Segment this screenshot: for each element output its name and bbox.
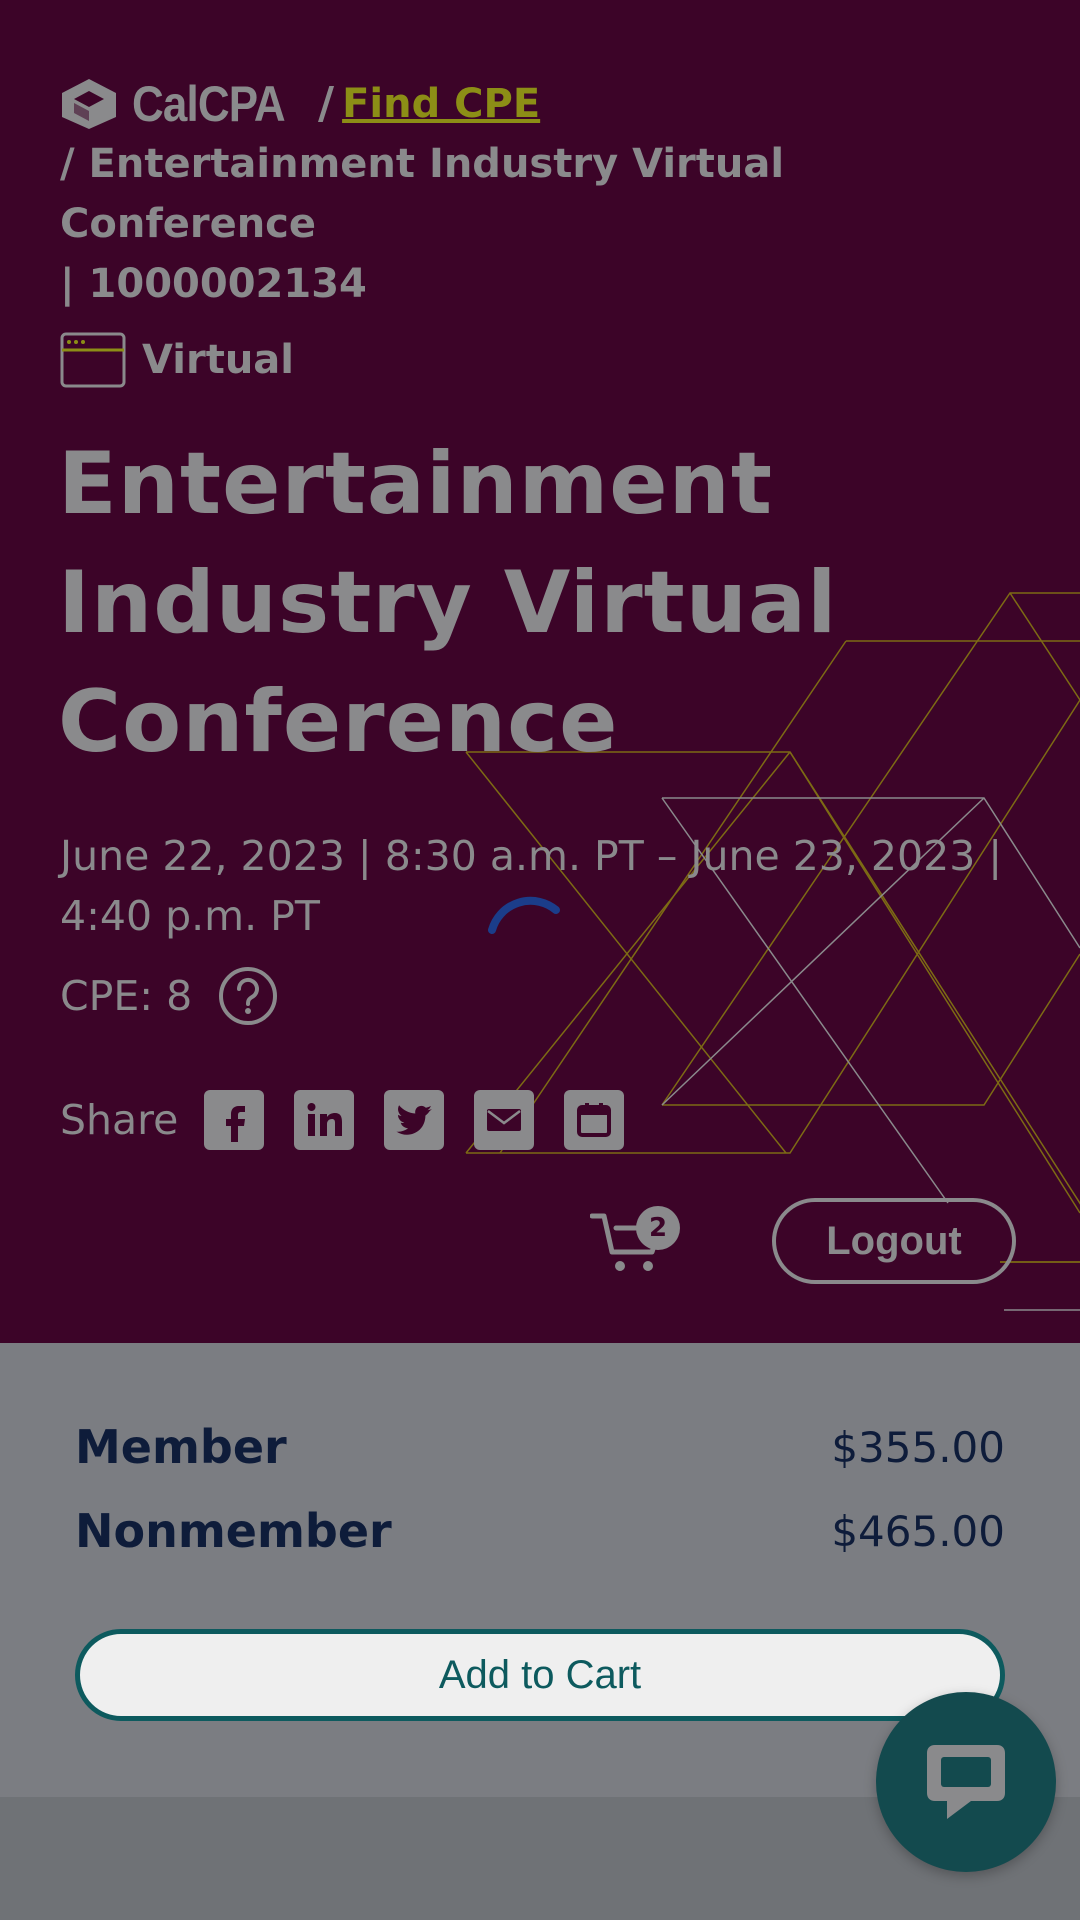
share-facebook-button[interactable] — [204, 1090, 265, 1150]
price-tier-name: Member — [75, 1420, 287, 1474]
logout-button[interactable]: Logout — [772, 1198, 1016, 1284]
add-to-cart-button[interactable]: Add to Cart — [75, 1629, 1005, 1721]
email-icon — [487, 1109, 522, 1131]
share-label: Share — [60, 1096, 179, 1144]
breadcrumb-event-id: | 1000002134 — [60, 261, 367, 307]
facebook-icon — [226, 1106, 246, 1142]
price-row-member: Member $355.00 — [75, 1420, 1005, 1474]
browser-window-icon — [60, 332, 126, 388]
breadcrumb-separator: / — [318, 78, 335, 129]
share-bar: Share — [60, 1090, 654, 1150]
linkedin-icon — [307, 1103, 343, 1136]
live-chat-button[interactable] — [876, 1692, 1056, 1872]
calcpa-logo-icon[interactable] — [60, 77, 118, 131]
find-cpe-link[interactable]: Find CPE — [342, 74, 540, 134]
cart-count-badge: 2 — [636, 1206, 680, 1250]
share-linkedin-button[interactable] — [294, 1090, 355, 1150]
cpe-credits-label: CPE: 8 — [60, 972, 193, 1020]
breadcrumb: CalCPA / Find CPE / Entertainment Indust… — [60, 74, 1020, 314]
chat-bubble-icon — [927, 1745, 1005, 1819]
price-tier-value: $355.00 — [831, 1422, 1005, 1472]
calendar-icon — [577, 1103, 612, 1137]
cpe-credits: CPE: 8 — [60, 966, 278, 1026]
loading-spinner-icon — [488, 896, 560, 934]
event-dates-line1: June 22, 2023 | 8:30 a.m. PT – June 23, … — [60, 832, 1003, 880]
brand-name[interactable]: CalCPA — [132, 74, 292, 134]
breadcrumb-current-page: / Entertainment Industry Virtual Confere… — [60, 141, 785, 247]
share-twitter-button[interactable] — [384, 1090, 445, 1150]
event-title: Entertainment Industry Virtual Conferenc… — [58, 434, 838, 772]
twitter-icon — [396, 1105, 433, 1135]
help-icon[interactable] — [218, 966, 278, 1026]
event-hero: CalCPA / Find CPE / Entertainment Indust… — [0, 0, 1080, 1343]
add-to-calendar-button[interactable] — [564, 1090, 625, 1150]
price-tier-value: $465.00 — [831, 1506, 1005, 1556]
price-tier-name: Nonmember — [75, 1504, 392, 1558]
event-format-label: Virtual — [142, 337, 294, 383]
share-email-button[interactable] — [474, 1090, 535, 1150]
price-row-nonmember: Nonmember $465.00 — [75, 1504, 1005, 1558]
event-format: Virtual — [60, 332, 294, 388]
